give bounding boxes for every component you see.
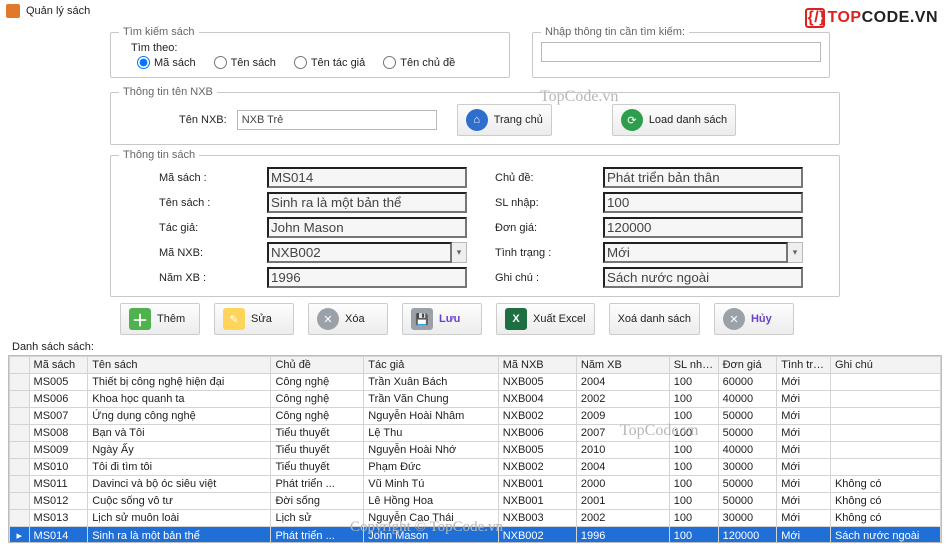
field-ten xyxy=(267,192,467,213)
app-icon xyxy=(6,4,20,18)
col-header[interactable]: Đơn giá xyxy=(718,357,777,374)
search-input[interactable] xyxy=(541,42,821,62)
export-excel-button[interactable]: XXuất Excel xyxy=(496,303,595,335)
excel-icon: X xyxy=(505,308,527,330)
col-header[interactable]: Tác giả xyxy=(364,357,498,374)
lbl-tinhtrang: Tình trạng : xyxy=(495,247,575,259)
field-ma xyxy=(267,167,467,188)
chevron-down-icon: ▾ xyxy=(788,242,803,263)
field-nam xyxy=(267,267,467,288)
cancel-button[interactable]: ✕Hủy xyxy=(714,303,794,335)
chevron-down-icon: ▾ xyxy=(452,242,467,263)
table-row[interactable]: MS012Cuộc sống vô tưĐời sốngLê Hồng HoaN… xyxy=(10,493,941,510)
nxb-legend: Thông tin tên NXB xyxy=(119,86,217,98)
field-chude xyxy=(603,167,803,188)
clear-list-button[interactable]: Xoá danh sách xyxy=(609,303,700,335)
table-row[interactable]: MS011Davinci và bộ óc siêu việtPhát triể… xyxy=(10,476,941,493)
lbl-ma: Mã sách : xyxy=(159,172,239,184)
col-header[interactable]: Mã sách xyxy=(29,357,88,374)
table-row[interactable]: MS006Khoa học quanh taCông nghệTrần Văn … xyxy=(10,391,941,408)
col-header[interactable]: Chủ đề xyxy=(271,357,364,374)
col-header[interactable]: SL nhập xyxy=(669,357,718,374)
lbl-ghichu: Ghi chú : xyxy=(495,272,575,284)
field-manxb[interactable]: ▾ xyxy=(267,242,467,263)
lbl-ten: Tên sách : xyxy=(159,197,239,209)
search-input-group: Nhập thông tin cần tìm kiếm: xyxy=(532,26,830,78)
lbl-dongia: Đơn giá: xyxy=(495,222,575,234)
logo: {/}TOPCODE.VN xyxy=(805,8,938,28)
table-row[interactable]: MS009Ngày ẤyTiểu thuyếtNguyễn Hoài NhớNX… xyxy=(10,442,941,459)
floppy-icon: 💾 xyxy=(411,308,433,330)
table-row[interactable]: ▸MS014Sinh ra là một bản thểPhát triển .… xyxy=(10,527,941,544)
book-group: Thông tin sách Mã sách : Chủ đề: Tên sác… xyxy=(110,149,840,297)
table-row[interactable]: MS005Thiết bị công nghệ hiện đạiCông ngh… xyxy=(10,374,941,391)
home-button[interactable]: ⌂Trang chủ xyxy=(457,104,552,136)
pencil-icon: ✎ xyxy=(223,308,245,330)
delete-button[interactable]: ✕Xóa xyxy=(308,303,388,335)
lbl-manxb: Mã NXB: xyxy=(159,247,239,259)
nxb-group: Thông tin tên NXB Tên NXB: ⌂Trang chủ ⟳L… xyxy=(110,86,840,145)
load-button[interactable]: ⟳Load danh sách xyxy=(612,104,736,136)
home-icon: ⌂ xyxy=(466,109,488,131)
col-header[interactable]: Tên sách xyxy=(88,357,271,374)
field-tinhtrang[interactable]: ▾ xyxy=(603,242,803,263)
data-grid[interactable]: Mã sáchTên sáchChủ đềTác giảMã NXBNăm XB… xyxy=(8,355,942,543)
search-group: Tìm kiếm sách Tìm theo: Mã sách Tên sách… xyxy=(110,26,510,78)
col-header[interactable]: Mã NXB xyxy=(498,357,576,374)
col-header[interactable]: Tình trạng xyxy=(777,357,831,374)
save-button[interactable]: 💾Lưu xyxy=(402,303,482,335)
lbl-tacgia: Tác giả: xyxy=(159,222,239,234)
add-button[interactable]: ＋Thêm xyxy=(120,303,200,335)
search-legend: Tìm kiếm sách xyxy=(119,26,199,38)
radio-ten-sach[interactable]: Tên sách xyxy=(214,56,276,69)
col-header[interactable]: Ghi chú xyxy=(830,357,940,374)
field-dongia xyxy=(603,217,803,238)
window-title: Quản lý sách xyxy=(26,5,90,17)
nxb-label: Tên NXB: xyxy=(179,114,227,126)
list-label: Danh sách sách: xyxy=(0,337,950,353)
table-row[interactable]: MS008Bạn và TôiTiểu thuyếtLệ ThuNXB00620… xyxy=(10,425,941,442)
table-row[interactable]: MS013Lịch sử muôn loàiLịch sửNguyễn Cao … xyxy=(10,510,941,527)
search-input-label: Nhập thông tin cần tìm kiếm: xyxy=(541,26,689,38)
search-by-label: Tìm theo: xyxy=(119,42,501,54)
x-icon: ✕ xyxy=(317,308,339,330)
plus-icon: ＋ xyxy=(129,308,151,330)
toolbar: ＋Thêm ✎Sửa ✕Xóa 💾Lưu XXuất Excel Xoá dan… xyxy=(80,301,870,337)
lbl-sl: SL nhập: xyxy=(495,197,575,209)
lbl-nam: Năm XB : xyxy=(159,272,239,284)
col-header[interactable]: Năm XB xyxy=(576,357,669,374)
logo-icon: {/} xyxy=(805,8,825,28)
field-tacgia xyxy=(267,217,467,238)
reload-icon: ⟳ xyxy=(621,109,643,131)
table-row[interactable]: MS010Tôi đi tìm tôiTiểu thuyếtPhạm ĐứcNX… xyxy=(10,459,941,476)
field-ghichu xyxy=(603,267,803,288)
radio-ma-sach[interactable]: Mã sách xyxy=(137,56,196,69)
lbl-chude: Chủ đề: xyxy=(495,172,575,184)
book-legend: Thông tin sách xyxy=(119,149,199,161)
radio-tac-gia[interactable]: Tên tác giả xyxy=(294,56,365,69)
edit-button[interactable]: ✎Sửa xyxy=(214,303,294,335)
nxb-value xyxy=(237,110,437,130)
field-sl xyxy=(603,192,803,213)
radio-chu-de[interactable]: Tên chủ đề xyxy=(383,56,455,69)
table-row[interactable]: MS007Ứng dụng công nghệCông nghệNguyễn H… xyxy=(10,408,941,425)
cancel-icon: ✕ xyxy=(723,308,745,330)
